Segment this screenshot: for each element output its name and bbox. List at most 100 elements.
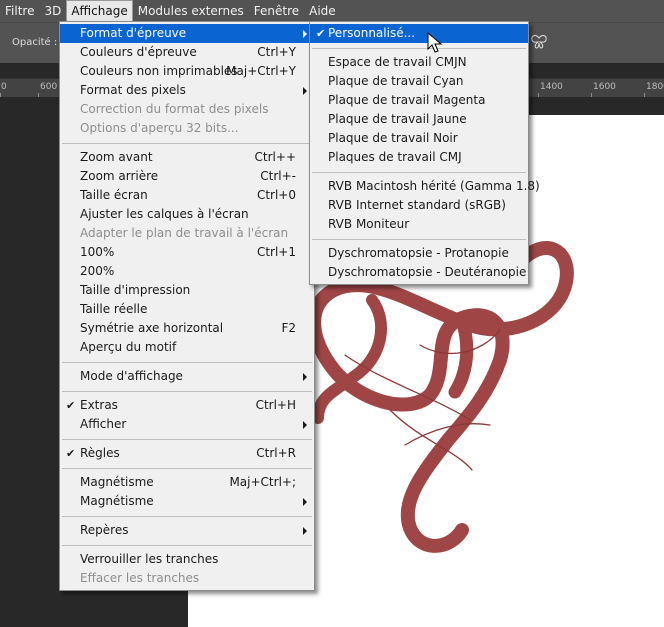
checkmark-icon: ✔ (66, 399, 76, 412)
proof-setup-submenu: ✔ Personnalisé... Espace de travail CMJN… (309, 21, 540, 285)
menu-item-flip-horizontal[interactable]: Symétrie axe horizontal F2 (60, 319, 314, 338)
menu-item-gamut-warning[interactable]: Couleurs non imprimables Maj+Ctrl+Y (60, 62, 314, 81)
menu-item-label: Plaque de travail Jaune (328, 112, 467, 126)
checkmark-icon: ✔ (316, 27, 326, 40)
menu-item-proof-setup[interactable]: Format d'épreuve (60, 24, 314, 43)
menu-item-plate-yellow[interactable]: Plaque de travail Jaune (310, 110, 528, 129)
menu-item-label: 200% (80, 264, 115, 278)
menu-item-label: Zoom arrière (80, 169, 159, 183)
menu-item-label: Afficher (80, 417, 127, 431)
menu-separator (62, 362, 312, 363)
menu-item-zoom-out[interactable]: Zoom arrière Ctrl+- (60, 167, 314, 186)
menu-item-print-size[interactable]: Taille d'impression (60, 281, 314, 300)
menu-item-snap[interactable]: Magnétisme Maj+Ctrl+; (60, 473, 314, 492)
menu-item-guides[interactable]: Repères (60, 521, 314, 540)
menu-item-label: Repères (80, 523, 129, 537)
menu-item-snap-to[interactable]: Magnétisme (60, 492, 314, 511)
menu-item-label: Règles (80, 446, 120, 460)
menu-separator (312, 48, 526, 49)
menu-item-label: Zoom avant (80, 150, 153, 164)
menu-item-label: RVB Moniteur (328, 217, 410, 231)
menu-item-lock-slices[interactable]: Verrouiller les tranches (60, 550, 314, 569)
menu-item-screen-mode[interactable]: Mode d'affichage (60, 367, 314, 386)
menu-item-shortcut: F2 (281, 321, 296, 335)
submenu-arrow-icon (303, 30, 307, 38)
menu-item-label: Correction du format des pixels (80, 102, 269, 116)
menu-item-pattern-preview[interactable]: Aperçu du motif (60, 338, 314, 357)
menu-item-pixel-aspect[interactable]: Format des pixels (60, 81, 314, 100)
menu-separator (62, 143, 312, 144)
menu-item-label: Verrouiller les tranches (80, 552, 219, 566)
menu-item-extras[interactable]: ✔ Extras Ctrl+H (60, 396, 314, 415)
menu-item-shortcut: Maj+Ctrl+; (229, 475, 296, 489)
menu-item-label: Plaque de travail Cyan (328, 74, 464, 88)
menu-item-pixel-aspect-correction: Correction du format des pixels (60, 100, 314, 119)
menu-item-plate-magenta[interactable]: Plaque de travail Magenta (310, 91, 528, 110)
menu-item-label: Options d'aperçu 32 bits... (80, 121, 239, 135)
menu-item-label: Dyschromatopsie - Protanopie (328, 246, 509, 260)
submenu-arrow-icon (303, 527, 307, 535)
menu-item-shortcut: Ctrl+0 (256, 188, 296, 202)
submenu-arrow-icon (303, 421, 307, 429)
menu-item-label: Aperçu du motif (80, 340, 177, 354)
menu-item-label: Couleurs d'épreuve (80, 45, 197, 59)
mouse-cursor-icon (427, 32, 443, 53)
menu-item-label: Format d'épreuve (80, 26, 187, 40)
menu-item-200-percent[interactable]: 200% (60, 262, 314, 281)
menu-item-label: Taille écran (80, 188, 148, 202)
menu-item-clear-slices: Effacer les tranches (60, 569, 314, 588)
menu-item-label: Espace de travail CMJN (328, 55, 467, 69)
menu-item-preview-32bit: Options d'aperçu 32 bits... (60, 119, 314, 138)
menu-item-shortcut: Maj+Ctrl+Y (226, 64, 296, 78)
menu-item-label: Ajuster les calques à l'écran (80, 207, 249, 221)
menu-item-rgb-mac[interactable]: RVB Macintosh hérité (Gamma 1.8) (310, 177, 540, 196)
menu-separator (62, 516, 312, 517)
menu-item-shortcut: Ctrl+- (260, 169, 296, 183)
submenu-arrow-icon (303, 87, 307, 95)
menu-item-label: Taille réelle (80, 302, 148, 316)
menu-item-label: Mode d'affichage (80, 369, 183, 383)
menu-item-rulers[interactable]: ✔ Règles Ctrl+R (60, 444, 314, 463)
menu-item-zoom-in[interactable]: Zoom avant Ctrl++ (60, 148, 314, 167)
menu-item-label: Personnalisé... (328, 26, 416, 40)
menu-item-rgb-monitor[interactable]: RVB Moniteur (310, 215, 528, 234)
menu-item-show[interactable]: Afficher (60, 415, 314, 434)
menu-item-fit-screen[interactable]: Taille écran Ctrl+0 (60, 186, 314, 205)
menu-item-deuteranopia[interactable]: Dyschromatopsie - Deutéranopie (310, 263, 528, 282)
menu-item-actual-size[interactable]: Taille réelle (60, 300, 314, 319)
menu-item-proof-colors[interactable]: Couleurs d'épreuve Ctrl+Y (60, 43, 314, 62)
submenu-arrow-icon (303, 498, 307, 506)
menu-separator (62, 391, 312, 392)
menu-item-plate-black[interactable]: Plaque de travail Noir (310, 129, 528, 148)
menu-item-label: Magnétisme (80, 475, 154, 489)
menu-item-custom[interactable]: ✔ Personnalisé... (310, 24, 528, 43)
view-menu: Format d'épreuve Couleurs d'épreuve Ctrl… (59, 21, 315, 591)
menu-item-label: Effacer les tranches (80, 571, 200, 585)
submenu-arrow-icon (303, 373, 307, 381)
menu-item-protanopia[interactable]: Dyschromatopsie - Protanopie (310, 244, 528, 263)
menu-item-shortcut: Ctrl+H (255, 398, 296, 412)
menu-item-shortcut: Ctrl+Y (257, 45, 296, 59)
menu-item-shortcut: Ctrl++ (254, 150, 296, 164)
menu-item-plate-cyan[interactable]: Plaque de travail Cyan (310, 72, 528, 91)
menu-separator (62, 439, 312, 440)
menu-item-plates-cmy[interactable]: Plaques de travail CMJ (310, 148, 528, 167)
menu-item-fit-layers[interactable]: Ajuster les calques à l'écran (60, 205, 314, 224)
menu-item-rgb-srgb[interactable]: RVB Internet standard (sRGB) (310, 196, 528, 215)
menu-item-label: Plaque de travail Magenta (328, 93, 486, 107)
menu-item-label: Adapter le plan de travail à l'écran (80, 226, 289, 240)
menu-item-label: Format des pixels (80, 83, 186, 97)
menu-item-working-cmyk[interactable]: Espace de travail CMJN (310, 53, 528, 72)
menu-separator (62, 468, 312, 469)
menu-item-label: RVB Macintosh hérité (Gamma 1.8) (328, 179, 540, 193)
menu-item-label: Taille d'impression (80, 283, 191, 297)
menu-separator (312, 172, 526, 173)
menu-separator (62, 545, 312, 546)
menu-item-label: Plaques de travail CMJ (328, 150, 462, 164)
menu-item-100-percent[interactable]: 100% Ctrl+1 (60, 243, 314, 262)
menu-item-shortcut: Ctrl+R (256, 446, 296, 460)
menu-item-label: Dyschromatopsie - Deutéranopie (328, 265, 527, 279)
menu-item-label: RVB Internet standard (sRGB) (328, 198, 506, 212)
menu-item-label: Symétrie axe horizontal (80, 321, 224, 335)
menu-item-label: Extras (80, 398, 118, 412)
